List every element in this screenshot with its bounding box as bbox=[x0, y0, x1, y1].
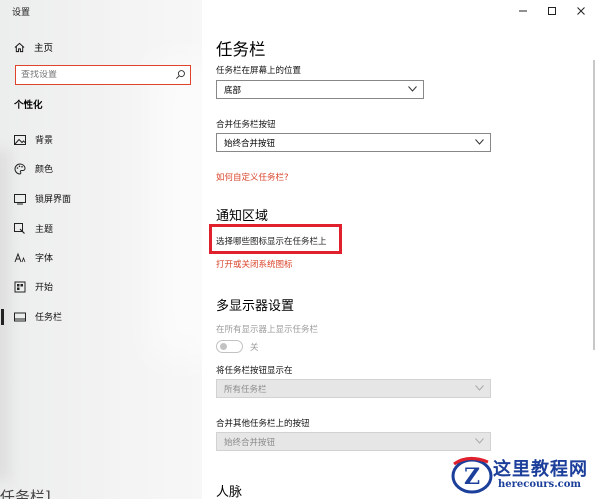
show-all-displays-toggle[interactable] bbox=[216, 340, 243, 353]
combine-dropdown[interactable]: 始终合并按钮 bbox=[216, 133, 491, 152]
sidebar-item-label: 颜色 bbox=[35, 165, 54, 175]
maximize-icon[interactable] bbox=[545, 4, 559, 18]
taskbar-icon bbox=[14, 312, 26, 321]
chevron-down-icon bbox=[475, 385, 484, 391]
toggle-knob bbox=[220, 343, 227, 350]
home-icon bbox=[14, 42, 25, 52]
palette-icon bbox=[14, 162, 26, 175]
start-icon bbox=[14, 281, 26, 292]
watermark-logo-icon: Z bbox=[451, 457, 493, 494]
active-indicator bbox=[1, 309, 4, 325]
combine-other-dropdown-value: 始终合并按钮 bbox=[224, 437, 276, 448]
brush-icon bbox=[14, 222, 25, 234]
watermark-url: herecours.com bbox=[498, 479, 582, 490]
scrollbar-thumb[interactable] bbox=[593, 60, 595, 350]
combine-label: 合并任务栏按钮 bbox=[216, 120, 276, 130]
watermark-name: 这里教程网 bbox=[493, 459, 588, 480]
select-icons-link[interactable]: 选择哪些图标显示在任务栏上 bbox=[216, 235, 327, 247]
show-buttons-label: 将任务栏按钮显示在 bbox=[216, 366, 293, 376]
multi-display-title: 多显示器设置 bbox=[216, 299, 295, 314]
sidebar-item-label: 主题 bbox=[35, 225, 54, 235]
font-icon bbox=[14, 252, 26, 262]
position-dropdown-value: 底部 bbox=[224, 85, 242, 96]
system-icons-link[interactable]: 打开或关闭系统图标 bbox=[216, 258, 293, 270]
close-icon[interactable] bbox=[574, 4, 588, 18]
show-buttons-dropdown[interactable]: 所有任务栏 bbox=[216, 379, 491, 398]
combine-dropdown-value: 始终合并按钮 bbox=[224, 138, 276, 149]
sidebar-item-home-label: 主页 bbox=[34, 43, 54, 54]
chevron-down-icon bbox=[408, 86, 417, 92]
combine-other-dropdown[interactable]: 始终合并按钮 bbox=[216, 432, 491, 451]
watermark-badge-letter: Z bbox=[464, 464, 480, 490]
sidebar-item-label: 背景 bbox=[35, 136, 54, 146]
search-icon[interactable] bbox=[175, 69, 186, 80]
minimize-icon[interactable] bbox=[516, 4, 530, 18]
search-input[interactable] bbox=[16, 70, 166, 80]
show-buttons-dropdown-value: 所有任务栏 bbox=[224, 384, 267, 395]
sidebar-item-label: 锁屏界面 bbox=[35, 195, 72, 205]
customize-taskbar-link[interactable]: 如何自定义任务栏? bbox=[216, 171, 289, 183]
sidebar-item-fonts[interactable]: 字体 bbox=[14, 251, 53, 264]
sidebar-section-title: 个性化 bbox=[14, 100, 43, 111]
sidebar-item-start[interactable]: 开始 bbox=[14, 280, 53, 293]
combine-other-label: 合并其他任务栏上的按钮 bbox=[216, 419, 310, 429]
position-label: 任务栏在屏幕上的位置 bbox=[216, 66, 302, 76]
sidebar-item-label: 开始 bbox=[35, 283, 54, 293]
sidebar-item-home[interactable]: 主页 bbox=[14, 40, 53, 54]
show-all-displays-label: 在所有显示器上显示任务栏 bbox=[216, 325, 319, 335]
sidebar-item-taskbar[interactable]: 任务栏 bbox=[14, 310, 62, 323]
sidebar-item-label: 任务栏 bbox=[35, 313, 63, 323]
picture-icon bbox=[14, 134, 26, 145]
lock-screen-icon bbox=[14, 193, 26, 204]
toggle-state-label: 关 bbox=[250, 343, 259, 353]
sidebar-item-themes[interactable]: 主题 bbox=[14, 222, 53, 235]
position-dropdown[interactable]: 底部 bbox=[216, 80, 424, 99]
page-title: 任务栏 bbox=[216, 40, 266, 59]
people-title: 人脉 bbox=[216, 485, 243, 499]
notification-area-title: 通知区域 bbox=[216, 209, 269, 224]
background-window-text: [任务栏] bbox=[0, 488, 51, 499]
sidebar-item-lock-screen[interactable]: 锁屏界面 bbox=[14, 192, 71, 205]
chevron-down-icon bbox=[475, 438, 484, 444]
sidebar-item-label: 字体 bbox=[35, 254, 54, 264]
sidebar-item-background[interactable]: 背景 bbox=[14, 133, 53, 146]
chevron-down-icon bbox=[475, 139, 484, 145]
window-title: 设置 bbox=[12, 8, 31, 18]
acrylic-highlight bbox=[150, 60, 202, 360]
sidebar-item-colors[interactable]: 颜色 bbox=[14, 162, 53, 175]
search-box[interactable] bbox=[15, 65, 191, 85]
